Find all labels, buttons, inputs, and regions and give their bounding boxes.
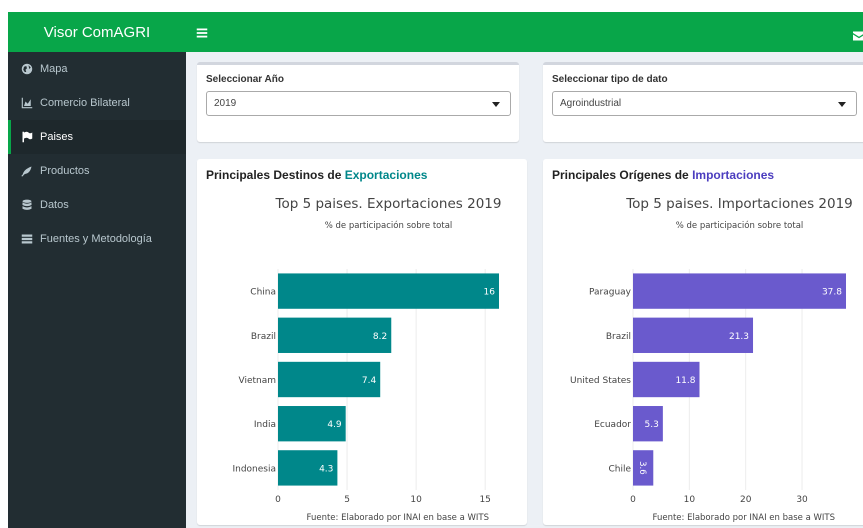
exports-x-tick-label: 15 [479, 495, 490, 505]
sidebar-item-label: Productos [40, 165, 90, 177]
sidebar-item-productos[interactable]: Productos [8, 154, 186, 188]
flag-icon [20, 130, 34, 144]
imports-panel-heading: Principales Orígenes de Importaciones [552, 168, 774, 182]
exports-data-label: 7.4 [362, 376, 377, 386]
exports-panel-heading: Principales Destinos de Exportaciones [206, 168, 427, 182]
sidebar-item-label: Datos [40, 199, 69, 211]
exports-data-label: 4.9 [327, 420, 342, 430]
exports-data-label: 16 [484, 288, 496, 298]
imports-panel: Principales Orígenes de Importaciones To… [543, 159, 863, 525]
sidebar-item-fuentes[interactable]: Fuentes y Metodología [8, 222, 186, 256]
exports-x-tick-label: 10 [410, 495, 422, 505]
exports-category-label: Vietnam [238, 376, 276, 386]
app-logo-title[interactable]: Visor ComAGRI [8, 12, 186, 52]
imports-chart-title: Top 5 paises. Importaciones 2019 [625, 196, 853, 212]
exports-heading-highlight: Exportaciones [344, 168, 428, 182]
year-select-value: 2019 [214, 98, 237, 109]
exports-x-tick-label: 0 [275, 495, 281, 505]
exports-data-label: 4.3 [319, 464, 333, 474]
app-window: Visor ComAGRI Mapa Comercio Bilateral Pa… [8, 12, 863, 528]
caret-down-icon [838, 102, 846, 107]
imports-category-label: Chile [608, 464, 631, 474]
exports-chart-caption: Fuente: Elaborado por INAI en base a WIT… [307, 513, 489, 523]
imports-data-label: 21.3 [729, 332, 749, 342]
imports-heading-highlight: Importaciones [692, 168, 775, 182]
imports-category-label: Ecuador [594, 420, 631, 430]
imports-heading-prefix: Principales Orígenes de [552, 168, 693, 182]
data-type-filter-box: Seleccionar tipo de dato Agroindustrial [543, 62, 863, 142]
sidebar-item-paises[interactable]: Paises [8, 120, 186, 154]
imports-chart-caption: Fuente: Elaborado por INAI en base a WIT… [653, 513, 835, 523]
imports-category-label: United States [570, 376, 631, 386]
database-icon [20, 198, 34, 212]
sidebar-item-label: Fuentes y Metodología [40, 233, 152, 245]
imports-category-label: Paraguay [589, 288, 632, 298]
exports-heading-prefix: Principales Destinos de [206, 168, 345, 182]
imports-chart-subtitle: % de participación sobre total [676, 220, 804, 231]
area-chart-icon [20, 96, 34, 110]
exports-chart: Top 5 paises. Exportaciones 2019 % de par… [232, 196, 502, 523]
sidebar-item-label: Comercio Bilateral [40, 97, 130, 109]
year-filter-label: Seleccionar Año [206, 74, 284, 85]
exports-category-label: India [254, 420, 276, 430]
sidebar-item-comercio-bilateral[interactable]: Comercio Bilateral [8, 86, 186, 120]
exports-category-label: China [250, 288, 276, 298]
imports-data-label: 11.8 [675, 376, 695, 386]
exports-x-tick-label: 5 [344, 495, 350, 505]
envelope-icon[interactable] [853, 26, 863, 41]
data-type-filter-label: Seleccionar tipo de dato [552, 74, 668, 85]
caret-down-icon [492, 102, 500, 107]
exports-panel: Principales Destinos de Exportaciones To… [197, 159, 527, 525]
exports-bar [278, 273, 499, 309]
imports-bar [633, 273, 846, 309]
top-navbar [186, 12, 863, 52]
imports-x-tick-label: 20 [740, 495, 752, 505]
imports-x-tick-label: 10 [684, 495, 696, 505]
exports-chart-subtitle: % de participación sobre total [325, 220, 453, 231]
exports-chart-title: Top 5 paises. Exportaciones 2019 [275, 196, 502, 212]
sidebar: Visor ComAGRI Mapa Comercio Bilateral Pa… [8, 12, 186, 528]
list-icon [20, 232, 34, 246]
hamburger-menu-icon[interactable] [196, 24, 210, 38]
year-select[interactable]: 2019 [206, 91, 511, 116]
imports-data-label: 3.6 [637, 461, 647, 475]
sidebar-item-label: Mapa [40, 63, 68, 75]
data-type-select[interactable]: Agroindustrial [552, 91, 857, 116]
sidebar-item-datos[interactable]: Datos [8, 188, 186, 222]
exports-category-label: Indonesia [232, 464, 276, 474]
data-type-select-value: Agroindustrial [560, 98, 622, 109]
exports-data-label: 8.2 [373, 332, 387, 342]
imports-x-tick-label: 30 [796, 495, 808, 505]
year-filter-box: Seleccionar Año 2019 [197, 62, 519, 142]
globe-icon [20, 62, 34, 76]
sidebar-item-label: Paises [40, 131, 74, 143]
leaf-icon [20, 164, 34, 178]
exports-category-label: Brazil [251, 332, 276, 342]
imports-x-tick-label: 0 [630, 495, 636, 505]
imports-category-label: Brazil [606, 332, 631, 342]
sidebar-item-mapa[interactable]: Mapa [8, 52, 186, 86]
imports-data-label: 37.8 [822, 288, 842, 298]
imports-chart: Top 5 paises. Importaciones 2019 % de par… [570, 196, 853, 523]
imports-data-label: 5.3 [645, 420, 659, 430]
